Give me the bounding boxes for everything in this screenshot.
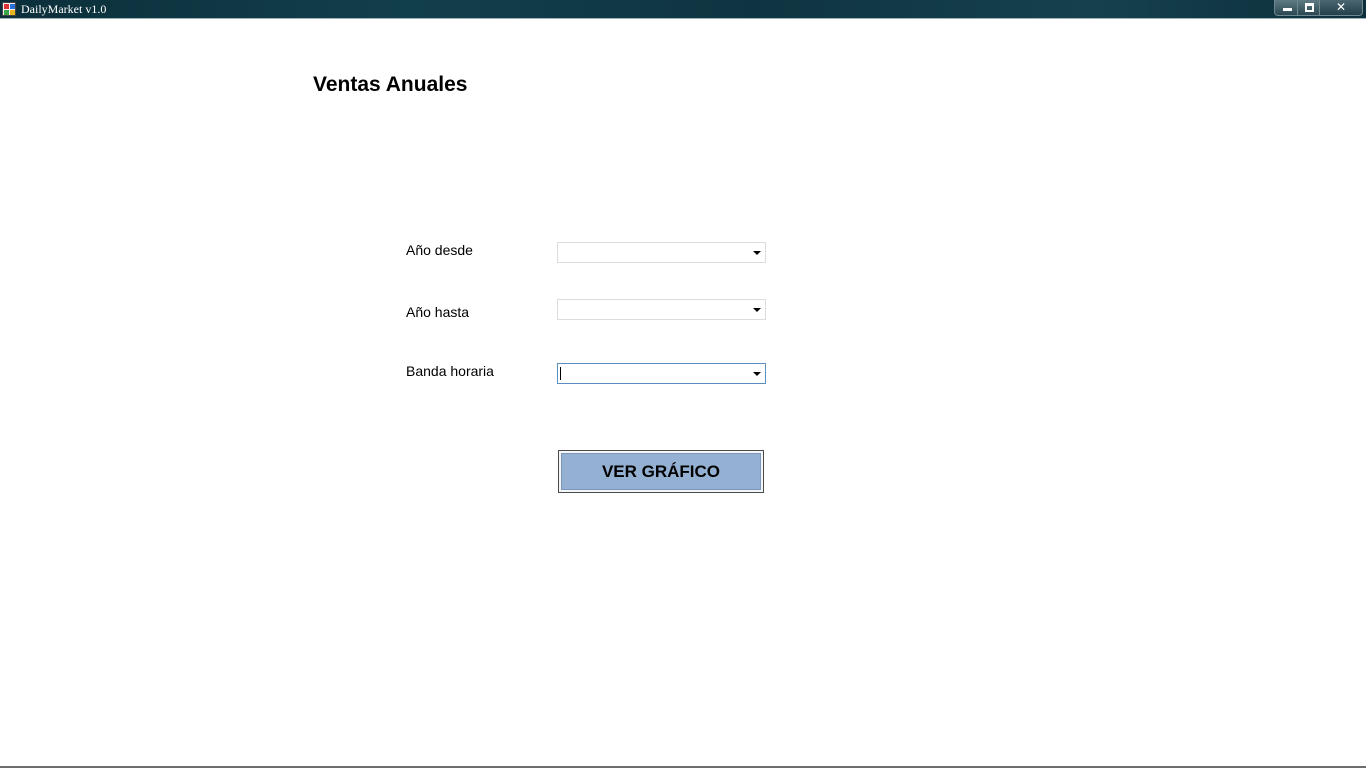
minimize-button[interactable] [1274, 0, 1298, 16]
restore-icon [1305, 3, 1314, 12]
chevron-down-icon[interactable] [753, 372, 761, 376]
chevron-down-icon[interactable] [753, 251, 761, 255]
app-icon[interactable] [2, 2, 16, 16]
title-bar[interactable]: DailyMarket v1.0 ✕ [0, 0, 1366, 19]
year-to-label: Año hasta [406, 304, 470, 320]
year-to-select[interactable] [557, 299, 766, 320]
close-button[interactable]: ✕ [1320, 0, 1363, 16]
time-band-select[interactable] [557, 363, 766, 384]
view-chart-button-label: VER GRÁFICO [561, 453, 761, 490]
year-from-label: Año desde [406, 242, 473, 258]
page-title: Ventas Anuales [313, 73, 468, 96]
text-caret [560, 367, 561, 380]
maximize-button[interactable] [1298, 0, 1320, 16]
minimize-icon [1283, 8, 1292, 11]
time-band-label: Banda horaria [406, 363, 494, 379]
window-controls: ✕ [1274, 0, 1363, 16]
year-from-select[interactable] [557, 242, 766, 263]
close-icon: ✕ [1335, 0, 1347, 14]
view-chart-button[interactable]: VER GRÁFICO [558, 450, 764, 493]
chevron-down-icon[interactable] [753, 308, 761, 312]
window-title: DailyMarket v1.0 [21, 2, 107, 16]
